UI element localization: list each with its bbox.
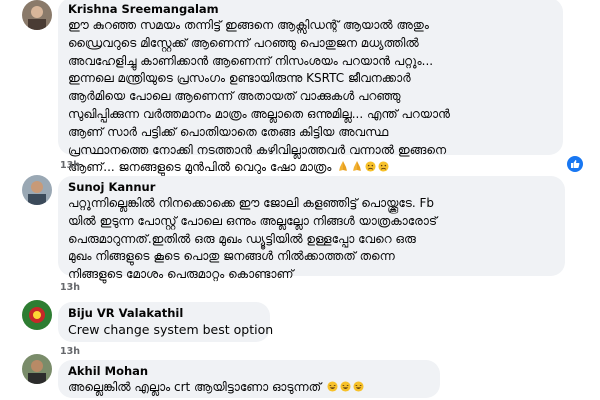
laughing-face-emoji [353, 381, 364, 392]
comment-text-line: നിങ്ങളുടെ മോശം പെരുമാറ്റം കൊണ്ടാണ് [68, 267, 294, 282]
comment-text-line: പെരുമാറുന്നത്.ഇതിൽ ഒരു മുഖം ഡ്യൂട്ടിയിൽ … [68, 231, 416, 246]
comment-text-line: അല്ലെങ്കിൽ എല്ലാം crt ആയിട്ടാണോ ഓടുന്നത് [68, 380, 322, 394]
comment-text-line: പ്രസ്ഥാനത്തെ നോക്കി നടത്താൻ കഴിവില്ലാത്ത… [68, 142, 447, 157]
comment-text-line: മുഖം നിങ്ങളുടെ കൂടെ പൊതു ജനങ്ങൾ നിൽക്കാത… [68, 249, 395, 264]
comment-last-line: ആണ്... ജനങ്ങളുടെ മുൻപിൽ വെറും ഷോ മാത്രം [68, 159, 553, 177]
comment-author[interactable]: Biju VR Valakathil [68, 306, 260, 321]
comment-bubble: Akhil Mohan അല്ലെങ്കിൽ എല്ലാം crt ആയിട്ട… [58, 360, 440, 398]
laughing-face-emoji [327, 381, 338, 392]
sad-face-emoji [378, 161, 389, 172]
comment-text-line: പറ്റുന്നില്ലെങ്കിൽ നിനക്കൊക്കെ ഈ ജോലി കള… [68, 196, 435, 210]
comment-bubble: Biju VR Valakathil Crew change system be… [58, 302, 274, 342]
laughing-face-emoji [340, 381, 351, 392]
comment-timestamp[interactable]: 13h [60, 346, 80, 357]
comment-text-line: ആർമിയെ പോലെ ആണെന്ന് അതായത് വാക്കുകൾ പറഞ്… [68, 89, 401, 104]
comment-bubble: Krishna Sreemangalam ഈ കുറഞ്ഞ സമയം തന്നി… [58, 0, 563, 174]
comment-text-line: അവഹേളിച്ചു കാണിക്കാൻ ആണെന്ന് നിസംശയം പറയ… [68, 53, 434, 68]
comment-timestamp[interactable]: 13h [60, 160, 80, 171]
comment-text-line: ആണ് സാർ പട്ടിക്ക് പൊതിയാതെ തേങ്ങ കിട്ടിയ… [68, 124, 389, 139]
avatar[interactable] [22, 300, 52, 330]
comment-author[interactable]: Akhil Mohan [68, 364, 430, 379]
avatar[interactable] [22, 354, 52, 384]
comment-bubble: Sunoj Kannur പറ്റുന്നില്ലെങ്കിൽ നിനക്കൊക… [58, 176, 565, 281]
avatar[interactable] [22, 175, 52, 205]
folded-hands-emoji [339, 161, 348, 172]
sad-face-emoji [365, 161, 376, 172]
comment-text-line: Crew change system best option [68, 322, 274, 337]
comment-last-line: അല്ലെങ്കിൽ എല്ലാം crt ആയിട്ടാണോ ഓടുന്നത് [68, 379, 430, 397]
comment-text-line: യിൽ ഇടുന്ന പോസ്റ്റ് പോലെ ഒന്നും അല്ലല്ലോ… [68, 213, 437, 228]
folded-hands-emoji [353, 161, 362, 172]
comment-author[interactable]: Krishna Sreemangalam [68, 2, 553, 17]
like-icon [567, 156, 583, 172]
avatar[interactable] [22, 0, 52, 30]
comment-text-line: സുഖിപ്പിക്കുന്ന വർത്തമാനം മാത്രം അല്ലാതെ… [68, 106, 450, 121]
comment-text-line: ആണ്... ജനങ്ങളുടെ മുൻപിൽ വെറും ഷോ മാത്രം [68, 160, 332, 175]
comment-timestamp[interactable]: 13h [60, 282, 80, 293]
comment-text-line: ഡ്രൈവറുടെ മിസ്റ്റേക്ക് ആണെന്ന് പറഞ്ഞു പൊ… [68, 35, 419, 50]
comment-author[interactable]: Sunoj Kannur [68, 180, 555, 195]
comment-text-line: ഈ കുറഞ്ഞ സമയം തന്നിട്ട് ഇങ്ങനെ ആക്സിഡന്റ… [68, 18, 429, 32]
comment-text-line: ഇന്നലെ മന്ത്രിയുടെ പ്രസംഗം ഉണ്ടായിരുന്നു… [68, 71, 411, 86]
